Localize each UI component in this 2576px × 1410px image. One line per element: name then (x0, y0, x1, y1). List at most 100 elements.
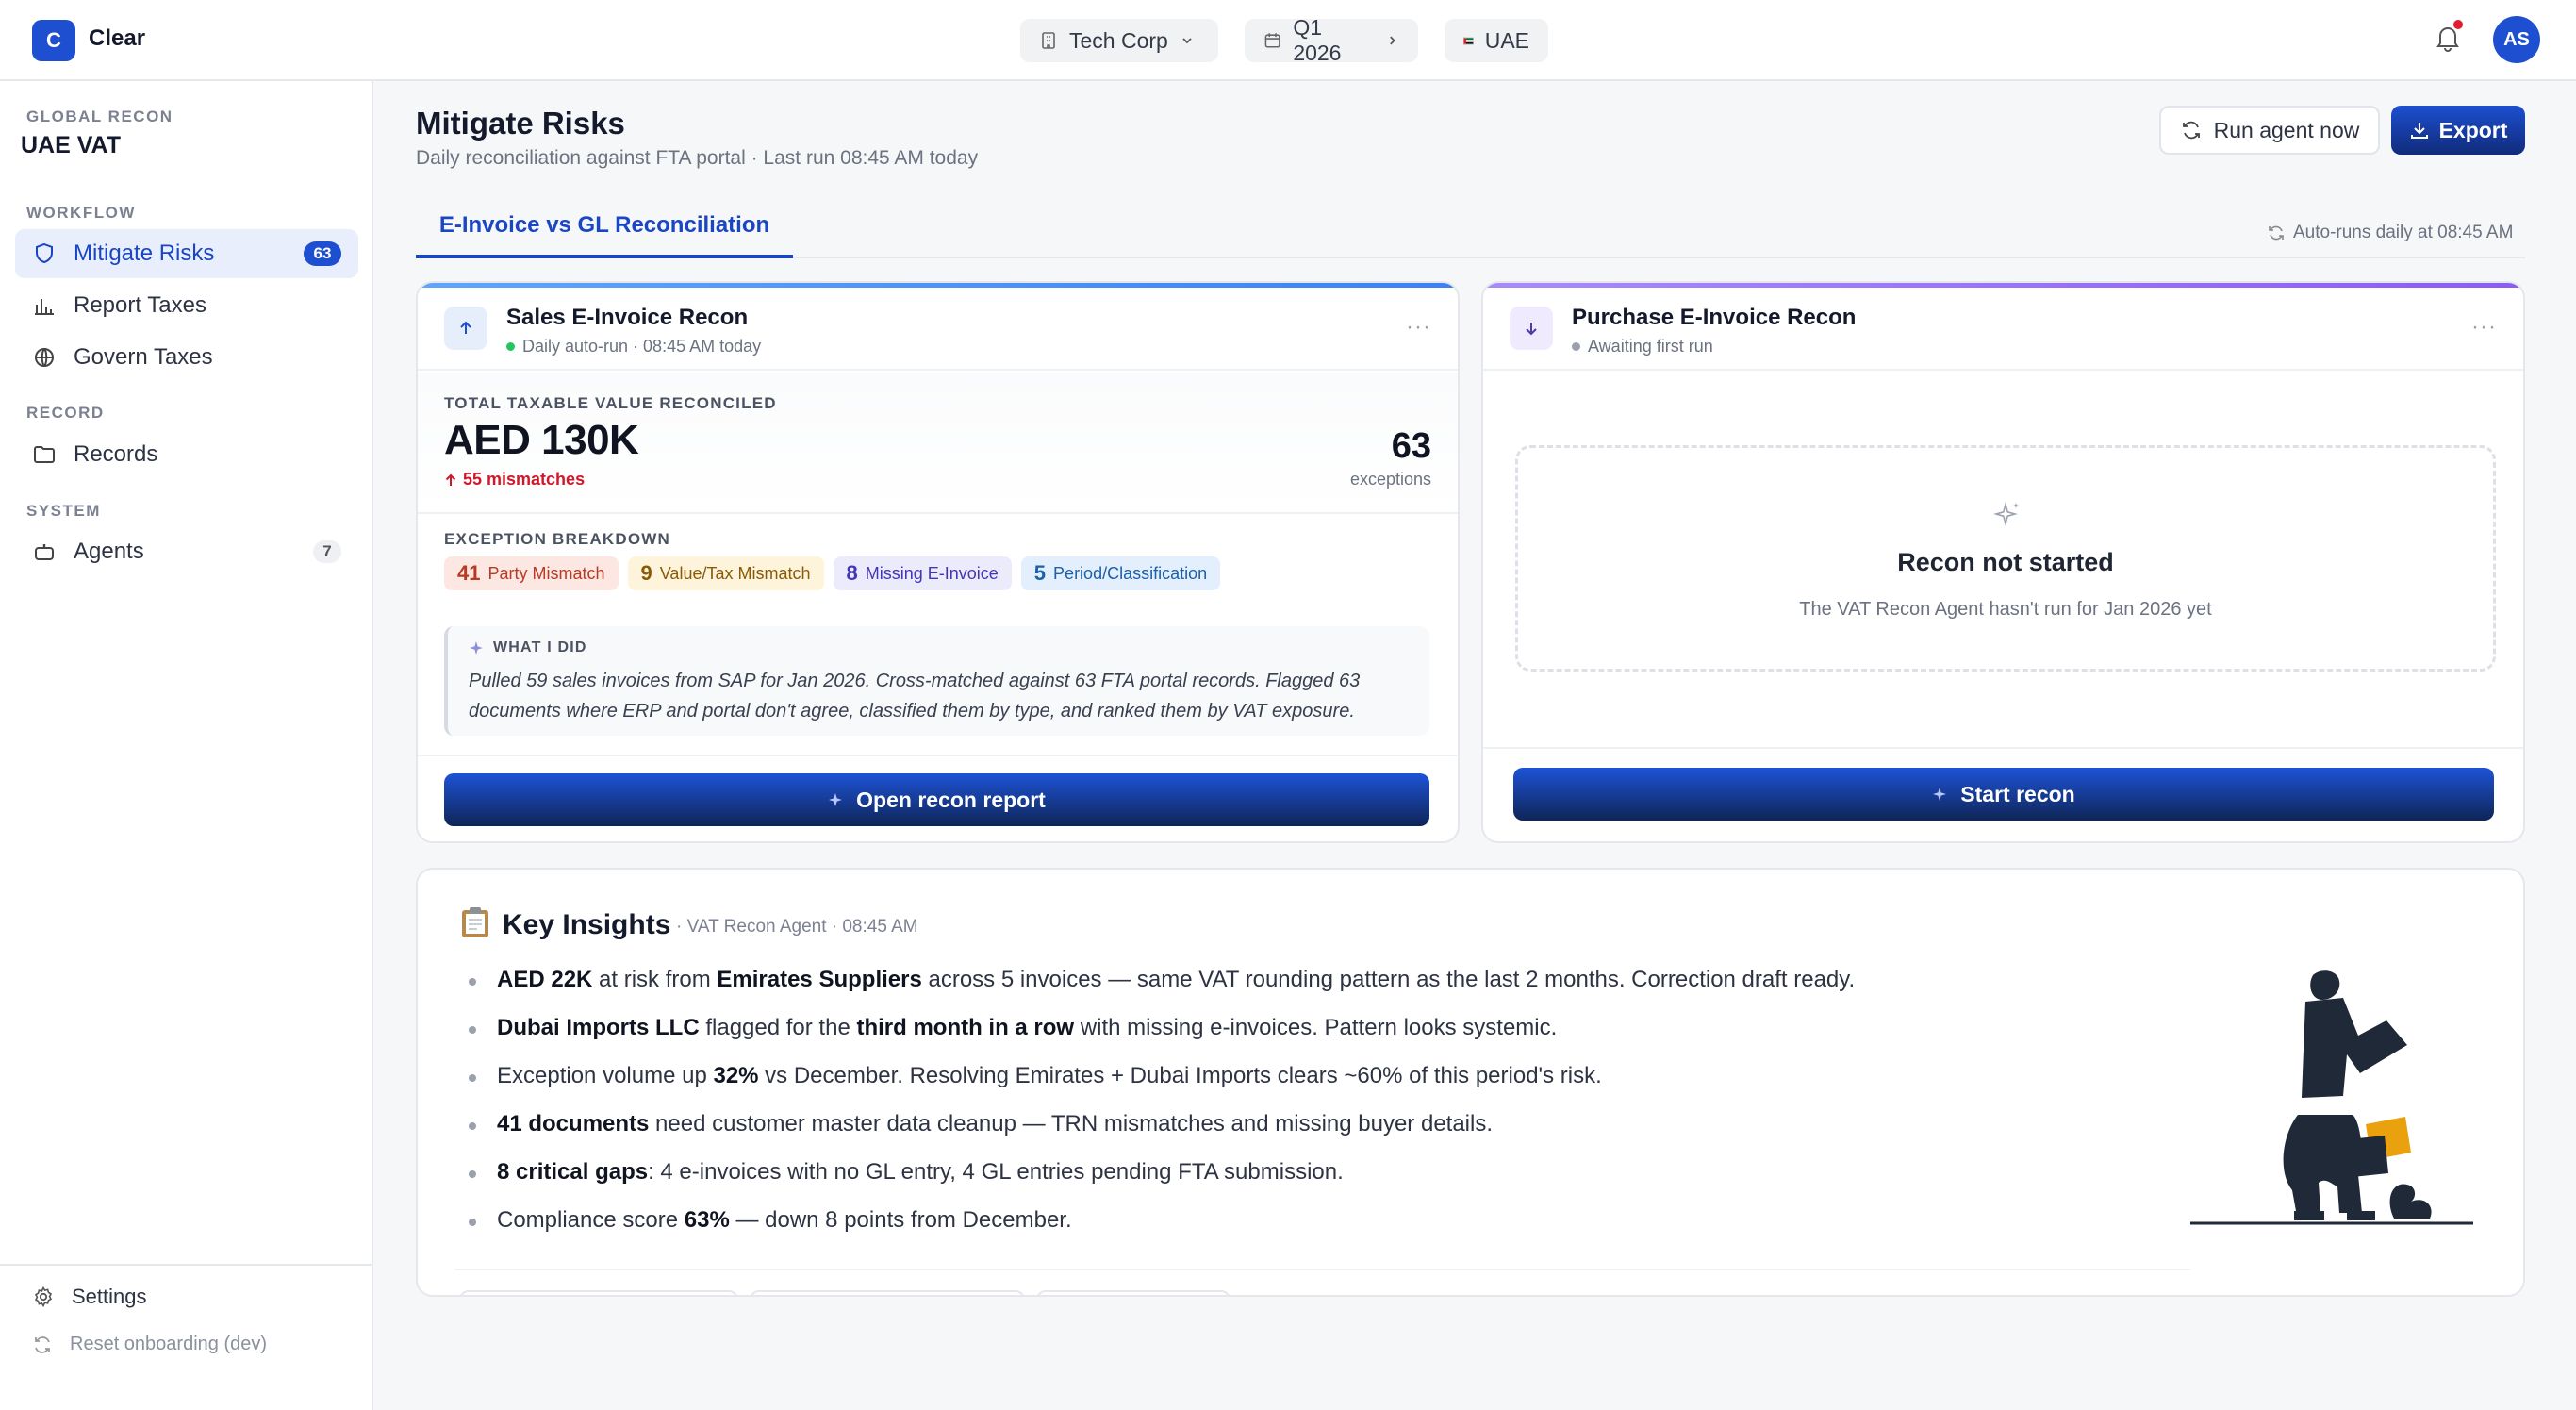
what-i-did-text: Pulled 59 sales invoices from SAP for Ja… (469, 666, 1412, 726)
export-button[interactable]: Export (2391, 106, 2525, 155)
highlight: 41 documents (497, 1111, 650, 1136)
arrow-down-icon (1510, 307, 1553, 350)
empty-state-title: Recon not started (1897, 548, 2114, 576)
chip-label: Value/Tax Mismatch (659, 563, 811, 583)
context-title: UAE VAT (21, 132, 122, 158)
chip-count: 9 (640, 561, 652, 585)
uae-flag-icon (1463, 37, 1474, 44)
sidebar-item-agents[interactable]: Agents 7 (15, 527, 358, 576)
auto-runs-info: Auto-runs daily at 08:45 AM (2267, 223, 2513, 243)
start-recon-button[interactable]: Start recon (1513, 768, 2494, 821)
sparkle-icon (1993, 502, 2019, 526)
settings-label: Settings (72, 1285, 147, 1308)
text: with missing e-invoices. Pattern looks s… (1074, 1015, 1558, 1040)
breakdown-label: EXCEPTION BREAKDOWN (444, 530, 671, 548)
highlight: 32% (713, 1063, 759, 1088)
list-item: 8 critical gaps: 4 e-invoices with no GL… (463, 1154, 1855, 1203)
card-header: Purchase E-Invoice Recon Awaiting first … (1483, 288, 2523, 371)
calendar-icon (1264, 33, 1280, 48)
chip-missing-einvoice[interactable]: 8 Missing E-Invoice (833, 556, 1012, 590)
export-label: Export (2438, 117, 2508, 142)
text: vs December. Resolving Emirates + Dubai … (758, 1063, 1602, 1088)
empty-state-text: The VAT Recon Agent hasn't run for Jan 2… (1799, 599, 2212, 620)
sidebar-item-mitigate-risks[interactable]: Mitigate Risks 63 (15, 229, 358, 278)
refresh-icon (2182, 121, 2200, 140)
run-agent-button[interactable]: Run agent now (2159, 106, 2380, 155)
card-header: Sales E-Invoice Recon Daily auto-run · 0… (418, 288, 1458, 371)
period-selector[interactable]: Q1 2026 (1245, 15, 1418, 65)
chip-party-mismatch[interactable]: 41 Party Mismatch (444, 556, 619, 590)
card-status: Awaiting first run (1572, 337, 1713, 357)
chevron-down-icon (1182, 38, 1192, 44)
auto-runs-label: Auto-runs daily at 08:45 AM (2293, 223, 2514, 242)
section-label-workflow: WORKFLOW (26, 204, 136, 222)
what-i-did-label: WHAT I DID (493, 639, 587, 655)
download-icon (2410, 123, 2428, 139)
sparkle-icon (470, 641, 483, 655)
chip-value-tax-mismatch[interactable]: 9 Value/Tax Mismatch (627, 556, 824, 590)
clipboard-icon (462, 907, 488, 937)
list-item: 41 documents need customer master data c… (463, 1106, 1855, 1154)
reset-onboarding-link[interactable]: Reset onboarding (dev) (32, 1334, 267, 1355)
key-insights-panel: Key Insights · VAT Recon Agent · 08:45 A… (416, 868, 2525, 1297)
company-name: Tech Corp (1069, 27, 1168, 53)
settings-link[interactable]: Settings (32, 1285, 147, 1309)
country-selector[interactable]: UAE (1445, 19, 1548, 62)
bar-chart-icon (35, 299, 54, 315)
action-pill[interactable] (459, 1290, 738, 1295)
chip-count: 5 (1033, 561, 1047, 585)
divider (455, 1269, 2190, 1270)
sidebar-item-label: Mitigate Risks (74, 241, 215, 266)
refresh-icon (35, 1335, 50, 1353)
highlight: Dubai Imports LLC (497, 1015, 700, 1040)
sidebar-item-records[interactable]: Records (15, 430, 358, 479)
status-dot (1572, 342, 1580, 351)
text: flagged for the (699, 1015, 857, 1040)
section-label-record: RECORD (26, 404, 105, 422)
globe-icon (35, 348, 54, 367)
list-item: Compliance score 63% — down 8 points fro… (463, 1203, 1855, 1251)
what-i-did-line: documents where ERP and portal don't agr… (469, 701, 1355, 722)
kpi-label: TOTAL TAXABLE VALUE RECONCILED (444, 394, 777, 412)
chip-period-classification[interactable]: 5 Period/Classification (1020, 556, 1221, 590)
text: at risk from (592, 967, 718, 992)
sidebar-item-label: Agents (74, 539, 144, 564)
highlight: Emirates Suppliers (717, 967, 922, 992)
sparkle-icon (1933, 788, 1947, 801)
more-options-icon[interactable]: ··· (2471, 314, 2497, 340)
more-options-icon[interactable]: ··· (1406, 314, 1431, 340)
avatar[interactable]: AS (2493, 16, 2540, 63)
open-recon-report-label: Open recon report (856, 787, 1046, 812)
chip-count: 8 (846, 561, 858, 585)
company-selector[interactable]: Tech Corp (1020, 19, 1218, 62)
notification-dot (2453, 20, 2463, 29)
chip-label: Missing E-Invoice (865, 563, 999, 583)
sidebar: GLOBAL RECON UAE VAT WORKFLOW Mitigate R… (0, 81, 373, 1410)
chevron-right-icon (1389, 36, 1395, 45)
sidebar-item-report-taxes[interactable]: Report Taxes (15, 281, 358, 330)
sidebar-item-govern-taxes[interactable]: Govern Taxes (15, 333, 358, 382)
list-item: Exception volume up 32% vs December. Res… (463, 1058, 1855, 1106)
page-title: Mitigate Risks (416, 106, 625, 141)
open-recon-report-button[interactable]: Open recon report (444, 773, 1429, 826)
text: — down 8 points from December. (729, 1207, 1072, 1233)
insights-list: AED 22K at risk from Emirates Suppliers … (463, 962, 1855, 1251)
sidebar-footer: Settings Reset onboarding (dev) (0, 1264, 373, 1354)
text: need customer master data cleanup — TRN … (649, 1111, 1494, 1136)
action-pill[interactable] (750, 1290, 1025, 1295)
section-label-system: SYSTEM (26, 502, 101, 520)
chip-count: 41 (457, 561, 481, 585)
text: across 5 invoices — same VAT rounding pa… (921, 967, 1856, 992)
count-badge: 7 (313, 540, 341, 563)
insights-meta: · VAT Recon Agent · 08:45 AM (676, 917, 918, 937)
app-logo[interactable]: C (32, 20, 75, 61)
action-pill[interactable] (1036, 1290, 1230, 1295)
country-label: UAE (1484, 27, 1529, 53)
chip-label: Party Mismatch (487, 563, 605, 583)
sales-recon-card: Sales E-Invoice Recon Daily auto-run · 0… (416, 281, 1460, 843)
kpi-value: AED 130K (444, 417, 639, 463)
what-i-did-heading: WHAT I DID (469, 639, 587, 656)
text: : 4 e-invoices with no GL entry, 4 GL en… (648, 1159, 1344, 1185)
arrow-up-icon (444, 307, 487, 350)
tab-einvoice-gl-recon[interactable]: E-Invoice vs GL Reconciliation (416, 196, 793, 258)
